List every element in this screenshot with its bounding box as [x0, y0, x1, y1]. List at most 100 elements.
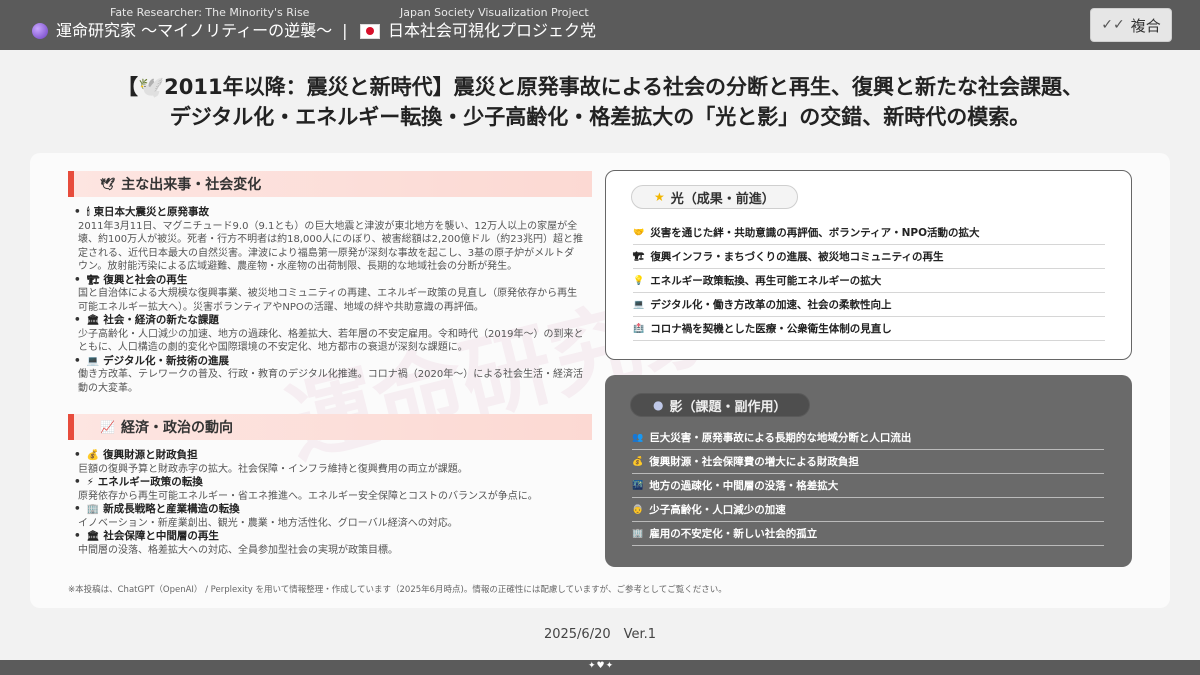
project-title-text: 日本社会可視化プロジェク党: [388, 21, 597, 40]
shadow-item-text: 復興財源・社会保障費の増大による財政負担: [649, 456, 859, 468]
list-item: 🏢 雇用の不安定化・新しい社会的孤立: [632, 522, 1104, 546]
dove-icon: 🕊: [100, 177, 116, 191]
list-item: 💡 エネルギー政策転換、再生可能エネルギーの拡大: [633, 269, 1105, 293]
item-title-text: 復興財源と財政負担: [103, 449, 198, 461]
version-label: 2025/6/20 Ver.1: [543, 627, 657, 642]
item-desc: イノベーション・新産業創出、観光・農業・地方活性化、グローバル経済への対応。: [78, 517, 458, 529]
project-subtitle-en: Japan Society Visualization Project: [400, 6, 589, 19]
laptop-icon: 💻: [633, 299, 645, 310]
light-item-text: 復興インフラ・まちづくりの進展、被災地コミュニティの再生: [650, 251, 944, 263]
light-heading: 光（成果・前進）: [670, 191, 775, 207]
list-item: 👵 少子高齢化・人口減少の加速: [632, 498, 1104, 522]
list-item: 🏛社会保障と中間層の再生 中間層の没落、格差拡大への対応、全員参加型社会の実現が…: [74, 530, 584, 557]
item-title-text: 復興と社会の再生: [103, 273, 188, 286]
header-bar: Fate Researcher: The Minority's Rise 運命研…: [0, 0, 1200, 50]
shadow-list: 👥 巨大災害・原発事故による長期的な地域分断と人口流出 💰 復興財源・社会保障費の増…: [632, 426, 1104, 546]
shadow-item-text: 地方の過疎化・中間層の没落・格差拡大: [649, 480, 839, 492]
event-title-earthquake: 🕯東日本大震災と原発事故: [74, 206, 584, 220]
economy-title-growth: 🏢新成長戦略と産業構造の転換: [74, 503, 584, 517]
hospital-icon: 🏥: [633, 323, 645, 334]
list-item: 🌃 地方の過疎化・中間層の没落・格差拡大: [632, 474, 1104, 498]
item-desc: 働き方改革、テレワークの普及、行政・教育のデジタル化推進。コロナ禍（2020年〜…: [78, 369, 583, 394]
header-separator: |: [342, 21, 348, 40]
headline-line-2: デジタル化・エネルギー転換・少子高齢化・格差拡大の「光と影」の交錯、新時代の模索…: [169, 105, 1031, 129]
shadow-item-text: 雇用の不安定化・新しい社会的孤立: [649, 528, 818, 540]
bank-icon: 🏛: [86, 531, 100, 542]
list-item: 🏗復興と社会の再生 国と自治体による大規模な復興事業、被災地コミュニティの再建、…: [74, 274, 584, 315]
item-desc: 少子高齢化・人口減少の加速、地方の過疎化、格差拡大、若年層の不安定雇用。令和時代…: [78, 328, 584, 354]
headline-line-1: 【🕊️2011年以降：震災と新時代】震災と原発事故による社会の分断と再生、復興と…: [117, 75, 1083, 99]
light-item-text: エネルギー政策転換、再生可能エネルギーの拡大: [650, 275, 882, 287]
construction-icon: 🏗: [633, 251, 645, 262]
item-title-text: 社会保障と中間層の再生: [103, 530, 219, 542]
people-icon: 👥: [632, 432, 644, 443]
brand-subtitle-en: Fate Researcher: The Minority's Rise: [110, 6, 310, 19]
light-item-text: 災害を通じた絆・共助意識の再評価、ボランティア・NPO活動の拡大: [650, 227, 980, 239]
dark-moon-icon: ●: [653, 398, 664, 412]
item-title-text: エネルギー政策の転換: [97, 476, 203, 488]
economy-title-energy: ⚡エネルギー政策の転換: [74, 476, 584, 490]
elderly-icon: 👵: [632, 504, 644, 515]
event-title-digital: 💻デジタル化・新技術の進展: [74, 355, 584, 369]
brand-title-text: 運命研究家 〜マイノリティーの逆襲〜: [56, 21, 333, 40]
item-desc: 国と自治体による大規模な復興事業、被災地コミュニティの再建、エネルギー政策の見直…: [78, 288, 578, 313]
list-item: ⚡エネルギー政策の転換 原発依存から再生可能エネルギー・省エネ推進へ。エネルギー…: [74, 476, 584, 503]
japan-flag-icon: [360, 23, 380, 39]
project-title: 日本社会可視化プロジェク党: [360, 20, 596, 42]
laptop-icon: 💻: [86, 355, 100, 367]
crystal-ball-icon: [32, 23, 48, 39]
item-title-text: 社会・経済の新たな課題: [103, 314, 219, 326]
lightbulb-icon: 💡: [633, 275, 645, 286]
bank-icon: 🏛: [86, 315, 100, 326]
shadow-card: ● 影（課題・副作用） 👥 巨大災害・原発事故による長期的な地域分断と人口流出 💰…: [605, 375, 1132, 567]
brand-left: Fate Researcher: The Minority's Rise 運命研…: [32, 6, 348, 42]
light-item-text: デジタル化・働き方改革の加速、社会の柔軟性向上: [650, 299, 892, 311]
economy-title-welfare: 🏛社会保障と中間層の再生: [74, 530, 584, 544]
chart-up-icon: 📈: [100, 420, 115, 434]
economy-title-finance: 💰復興財源と財政負担: [74, 449, 584, 463]
light-item-text: コロナ禍を契機とした医療・公衆衛生体制の見直し: [650, 323, 892, 335]
brand-title: 運命研究家 〜マイノリティーの逆襲〜 |: [32, 20, 348, 42]
economy-heading: 経済・政治の動向: [120, 420, 233, 436]
copy-button-label: 複合: [1130, 16, 1161, 35]
list-item: 💻デジタル化・新技術の進展 働き方改革、テレワークの普及、行政・教育のデジタル化…: [74, 355, 584, 396]
office-icon: 🏢: [632, 528, 644, 539]
money-bag-icon: 💰: [86, 450, 100, 461]
list-item: 🏢新成長戦略と産業構造の転換 イノベーション・新産業創出、観光・農業・地方活性化…: [74, 503, 584, 530]
handshake-icon: 🤝: [633, 227, 645, 238]
item-desc: 巨額の復興予算と財政赤字の拡大。社会保障・インフラ維持と復興費用の両立が課題。: [78, 463, 468, 475]
event-title-recovery: 🏗復興と社会の再生: [74, 274, 584, 288]
lightning-icon: ⚡: [86, 477, 94, 488]
list-item: 🏛社会・経済の新たな課題 少子高齢化・人口減少の加速、地方の過疎化、格差拡大、若…: [74, 314, 584, 355]
list-item: 💰 復興財源・社会保障費の増大による財政負担: [632, 450, 1104, 474]
shadow-item-text: 少子高齢化・人口減少の加速: [649, 504, 786, 516]
shadow-pill: ● 影（課題・副作用）: [630, 393, 810, 417]
city-icon: 🌃: [632, 480, 644, 491]
heart-icon: ✦♥✦: [588, 661, 615, 671]
item-desc: 中間層の没落、格差拡大への対応、全員参加型社会の実現が政策目標。: [78, 544, 398, 556]
item-title-text: 東日本大震災と原発事故: [93, 206, 210, 218]
item-title-text: デジタル化・新技術の進展: [103, 354, 229, 367]
list-item: 💻 デジタル化・働き方改革の加速、社会の柔軟性向上: [633, 293, 1105, 317]
light-list: 🤝 災害を通じた絆・共助意識の再評価、ボランティア・NPO活動の拡大 🏗 復興インフ…: [633, 221, 1105, 341]
list-item: 🏥 コロナ禍を契機とした医療・公衆衛生体制の見直し: [633, 317, 1105, 341]
construction-icon: 🏗: [86, 274, 100, 286]
brand-right: Japan Society Visualization Project 日本社会…: [360, 6, 596, 42]
copy-button[interactable]: ✓✓ 複合: [1090, 8, 1172, 42]
bottom-bar: ✦♥✦: [0, 660, 1200, 675]
economy-section-header: 📈 経済・政治の動向: [68, 414, 592, 440]
item-desc: 原発依存から再生可能エネルギー・省エネ推進へ。エネルギー安全保障とコストのバラン…: [78, 490, 538, 502]
light-card: ★ 光（成果・前進） 🤝 災害を通じた絆・共助意識の再評価、ボランティア・NPO活…: [605, 170, 1132, 360]
shadow-item-text: 巨大災害・原発事故による長期的な地域分断と人口流出: [649, 432, 912, 444]
page-headline: 【🕊️2011年以降：震災と新時代】震災と原発事故による社会の分断と再生、復興と…: [40, 72, 1160, 132]
events-list: 🕯東日本大震災と原発事故 2011年3月11日、マグニチュード9.0（9.1とも…: [74, 206, 584, 395]
money-bag-icon: 💰: [632, 456, 644, 467]
list-item: 🏗 復興インフラ・まちづくりの進展、被災地コミュニティの再生: [633, 245, 1105, 269]
event-title-challenges: 🏛社会・経済の新たな課題: [74, 314, 584, 328]
light-pill: ★ 光（成果・前進）: [631, 185, 798, 209]
office-icon: 🏢: [86, 504, 100, 515]
list-item: 🤝 災害を通じた絆・共助意識の再評価、ボランティア・NPO活動の拡大: [633, 221, 1105, 245]
candle-icon: 🕯: [86, 207, 90, 218]
item-desc: 2011年3月11日、マグニチュード9.0（9.1とも）の巨大地震と津波が東北地…: [78, 220, 584, 273]
events-heading: 主な出来事・社会変化: [121, 177, 262, 193]
